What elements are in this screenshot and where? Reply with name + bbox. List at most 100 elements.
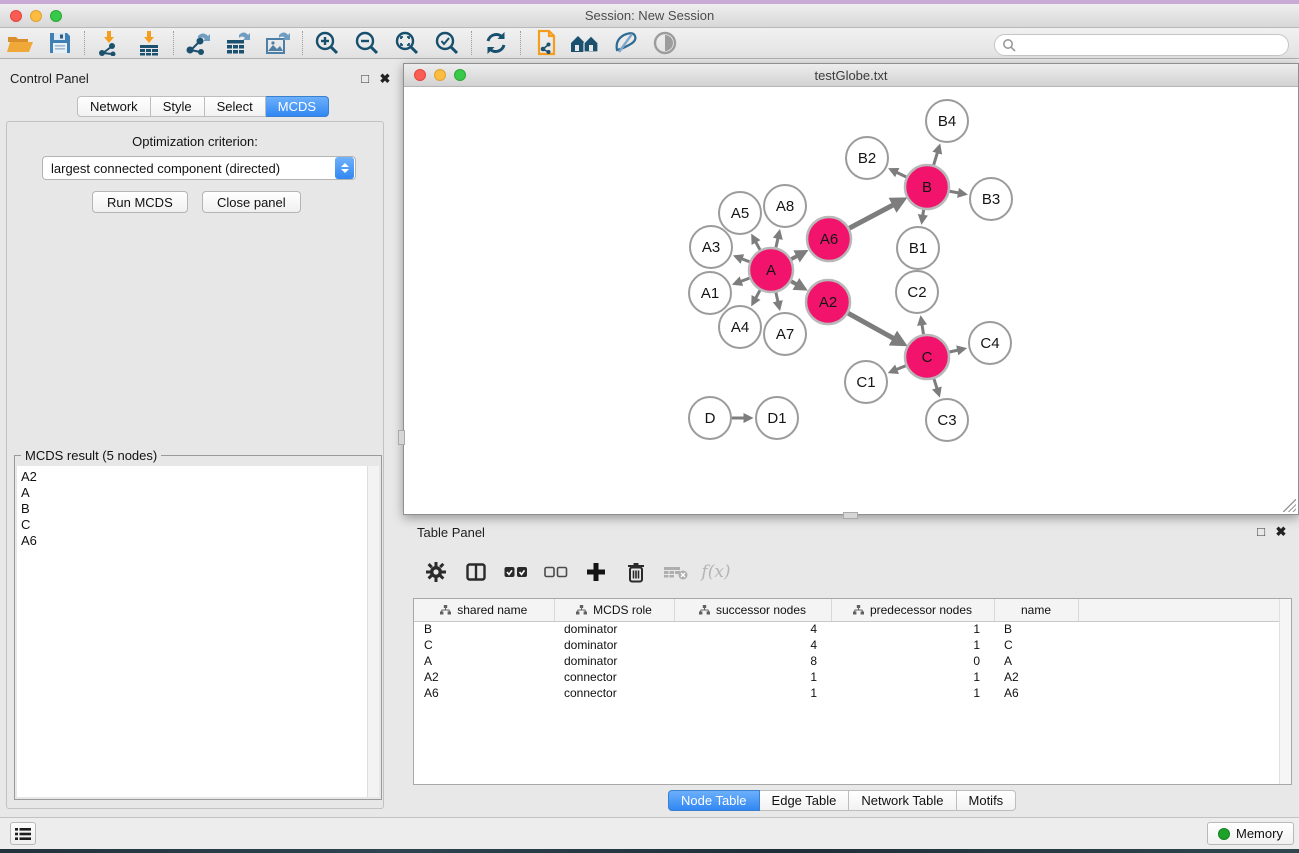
mcds-result-item[interactable]: A6 <box>21 533 369 549</box>
tab-select[interactable]: Select <box>205 96 266 117</box>
hide-selected-button[interactable] <box>645 29 685 57</box>
mcds-result-item[interactable]: C <box>21 517 369 533</box>
table-cell[interactable]: dominator <box>554 637 674 653</box>
open-session-button[interactable] <box>0 29 40 57</box>
optimization-criterion-select[interactable]: largest connected component (directed) <box>42 156 356 180</box>
mcds-result-list[interactable]: A2ABCA6 <box>17 466 369 797</box>
column-header-mcds-role[interactable]: MCDS role <box>554 599 674 621</box>
table-row[interactable]: Adominator80A <box>414 653 1291 669</box>
first-neighbors-button[interactable] <box>565 29 605 57</box>
table-cell[interactable]: A6 <box>414 685 554 701</box>
mcds-result-scrollbar[interactable] <box>367 466 379 797</box>
table-cell[interactable]: C <box>414 637 554 653</box>
import-network-button[interactable] <box>89 29 129 57</box>
table-cell[interactable]: 1 <box>831 669 994 685</box>
tab-motifs[interactable]: Motifs <box>957 790 1017 811</box>
show-column-browser-button[interactable] <box>463 559 489 585</box>
window-resize-grip[interactable] <box>1283 499 1296 512</box>
float-panel-icon[interactable]: □ <box>1253 524 1269 540</box>
table-scrollbar[interactable] <box>1279 599 1291 784</box>
table-cell[interactable]: 8 <box>674 653 831 669</box>
network-graph[interactable]: B4B2BB3A8A5A6A3B1AA1C2A2A4A7C4CC1C3DD1 <box>404 87 1298 514</box>
tab-network-table[interactable]: Network Table <box>849 790 956 811</box>
mcds-result-item[interactable]: B <box>21 501 369 517</box>
close-panel-icon[interactable]: ✖ <box>1273 524 1289 540</box>
table-cell[interactable]: 1 <box>831 685 994 701</box>
table-cell[interactable]: C <box>994 637 1078 653</box>
table-row[interactable]: A6connector11A6 <box>414 685 1291 701</box>
table-cell[interactable]: 1 <box>674 669 831 685</box>
graph-edge-A-A4[interactable] <box>753 290 760 303</box>
table-cell[interactable]: A2 <box>994 669 1078 685</box>
graph-edge-A-A5[interactable] <box>753 237 760 250</box>
mcds-result-item[interactable]: A2 <box>21 469 369 485</box>
tab-edge-table[interactable]: Edge Table <box>760 790 850 811</box>
graph-edge-A2-C[interactable] <box>848 313 902 343</box>
save-session-button[interactable] <box>40 29 80 57</box>
table-cell[interactable]: dominator <box>554 621 674 637</box>
toolbar-search-field[interactable] <box>994 34 1289 56</box>
table-cell[interactable]: A6 <box>994 685 1078 701</box>
graph-edge-A-A8[interactable] <box>776 232 779 247</box>
table-cell[interactable]: B <box>994 621 1078 637</box>
zoom-fit-button[interactable] <box>387 29 427 57</box>
minimize-window-button[interactable] <box>30 10 42 22</box>
table-settings-button[interactable] <box>423 559 449 585</box>
table-cell[interactable]: 0 <box>831 653 994 669</box>
graph-edge-C-C4[interactable] <box>949 349 963 352</box>
close-panel-button[interactable]: Close panel <box>202 191 301 213</box>
float-panel-icon[interactable]: □ <box>357 71 373 87</box>
table-row[interactable]: Cdominator41C <box>414 637 1291 653</box>
graph-edge-B-B3[interactable] <box>950 191 965 194</box>
tab-node-table[interactable]: Node Table <box>668 790 760 811</box>
table-cell[interactable]: 4 <box>674 637 831 653</box>
column-header-predecessor-nodes[interactable]: predecessor nodes <box>831 599 994 621</box>
table-cell[interactable]: dominator <box>554 653 674 669</box>
table-cell[interactable]: 1 <box>831 621 994 637</box>
zoom-window-button[interactable] <box>50 10 62 22</box>
split-handle-left[interactable] <box>398 430 405 445</box>
graph-edge-A-A7[interactable] <box>776 292 779 307</box>
column-header-shared-name[interactable]: shared name <box>414 599 554 621</box>
graph-edge-B-B4[interactable] <box>934 147 939 165</box>
split-handle-bottom[interactable] <box>843 512 858 519</box>
search-input[interactable] <box>1016 36 1288 54</box>
export-table-button[interactable] <box>218 29 258 57</box>
network-zoom-button[interactable] <box>454 69 466 81</box>
table-cell[interactable]: connector <box>554 685 674 701</box>
clone-network-button[interactable] <box>525 29 565 57</box>
graph-edge-C-C3[interactable] <box>934 379 939 394</box>
tab-mcds[interactable]: MCDS <box>266 96 329 117</box>
close-window-button[interactable] <box>10 10 22 22</box>
table-cell[interactable]: A <box>414 653 554 669</box>
graph-edge-A-A1[interactable] <box>735 278 749 283</box>
network-close-button[interactable] <box>414 69 426 81</box>
graph-edge-A-A6[interactable] <box>791 252 804 259</box>
tab-network[interactable]: Network <box>77 96 151 117</box>
apply-layout-button[interactable] <box>476 29 516 57</box>
mcds-result-item[interactable]: A <box>21 485 369 501</box>
delete-column-button[interactable] <box>623 559 649 585</box>
network-minimize-button[interactable] <box>434 69 446 81</box>
run-mcds-button[interactable]: Run MCDS <box>92 191 188 213</box>
unselect-all-columns-button[interactable] <box>543 559 569 585</box>
table-row[interactable]: A2connector11A2 <box>414 669 1291 685</box>
select-all-columns-button[interactable] <box>503 559 529 585</box>
table-row[interactable]: Bdominator41B <box>414 621 1291 637</box>
graph-edge-A6-B[interactable] <box>849 200 902 228</box>
table-cell[interactable]: 1 <box>831 637 994 653</box>
zoom-in-button[interactable] <box>307 29 347 57</box>
graph-edge-A-A3[interactable] <box>736 257 749 262</box>
network-canvas[interactable]: B4B2BB3A8A5A6A3B1AA1C2A2A4A7C4CC1C3DD1 <box>404 87 1298 514</box>
export-image-button[interactable] <box>258 29 298 57</box>
graph-edge-C-C1[interactable] <box>891 366 906 372</box>
close-panel-icon[interactable]: ✖ <box>377 71 393 87</box>
column-header-successor-nodes[interactable]: successor nodes <box>674 599 831 621</box>
table-cell[interactable]: A2 <box>414 669 554 685</box>
graph-edge-B-B2[interactable] <box>891 170 906 177</box>
tab-style[interactable]: Style <box>151 96 205 117</box>
zoom-out-button[interactable] <box>347 29 387 57</box>
table-cell[interactable]: connector <box>554 669 674 685</box>
table-cell[interactable]: A <box>994 653 1078 669</box>
graph-edge-A-A2[interactable] <box>791 281 804 288</box>
